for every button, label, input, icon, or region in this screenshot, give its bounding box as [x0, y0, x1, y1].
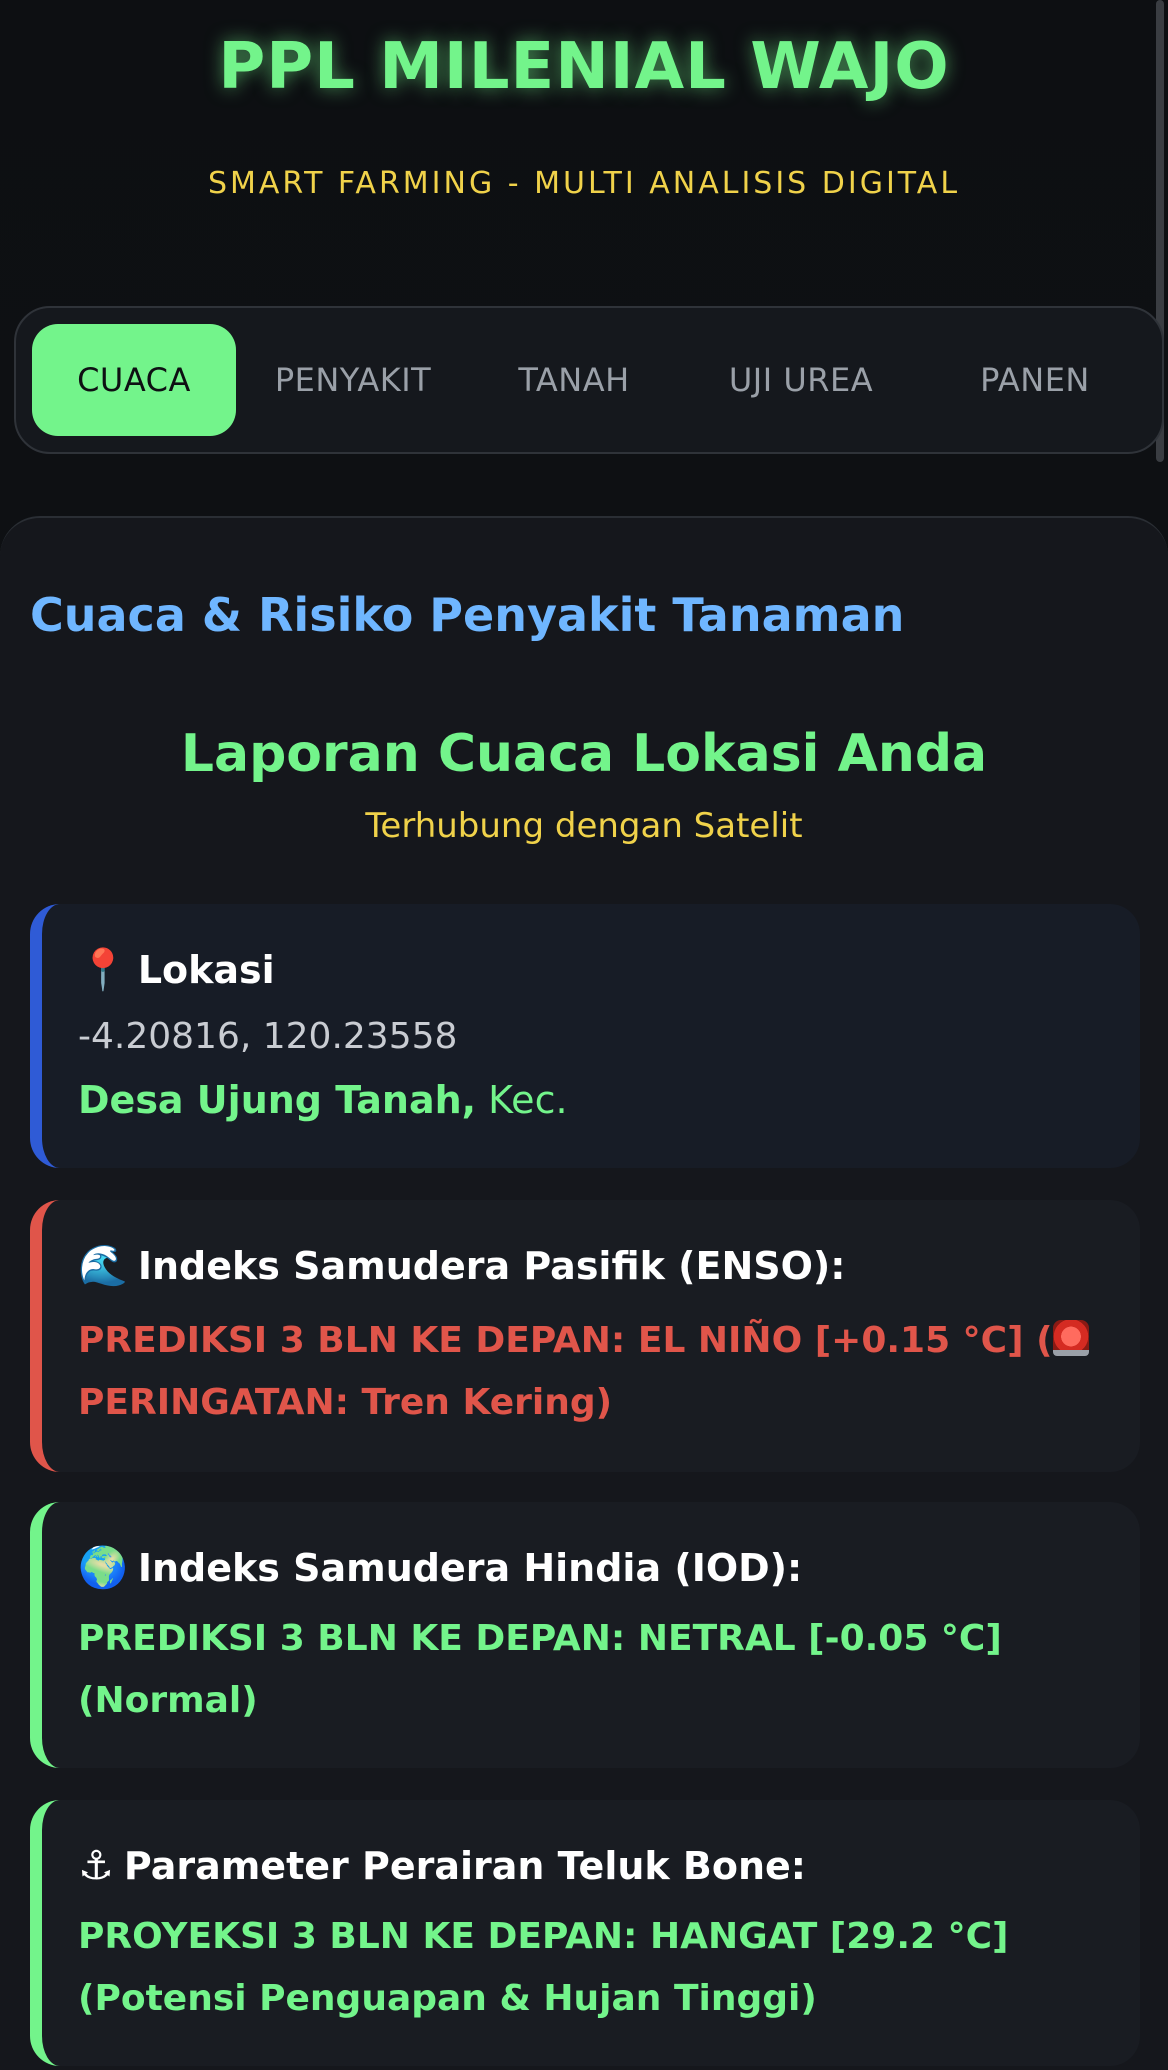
app-title: PPL MILENIAL WAJO: [218, 30, 950, 104]
anchor-icon: ⚓: [78, 1843, 114, 1889]
iod-heading: 🌍 Indeks Samudera Hindia (IOD):: [78, 1546, 802, 1590]
tab-bar: CUACA PENYAKIT TANAH UJI UREA PANEN: [14, 306, 1164, 454]
enso-heading-label: Indeks Samudera Pasifik (ENSO):: [137, 1244, 846, 1288]
iod-heading-label: Indeks Samudera Hindia (IOD):: [137, 1546, 803, 1590]
wave-icon: 🌊: [78, 1243, 128, 1289]
enso-card: 🌊 Indeks Samudera Pasifik (ENSO): PREDIK…: [30, 1200, 1140, 1472]
bone-projection: PROYEKSI 3 BLN KE DEPAN: HANGAT [29.2 °C…: [78, 1916, 1009, 2019]
iod-card: 🌍 Indeks Samudera Hindia (IOD): PREDIKSI…: [30, 1502, 1140, 1768]
report-subtitle: Terhubung dengan Satelit: [365, 806, 803, 846]
enso-prediction: PREDIKSI 3 BLN KE DEPAN: EL NIÑO [+0.15 …: [78, 1310, 1118, 1434]
location-card: 📍 Lokasi -4.20816, 120.23558 Desa Ujung …: [30, 904, 1140, 1168]
district-label: Kec.: [476, 1078, 568, 1122]
section-title: Cuaca & Risiko Penyakit Tanaman: [30, 588, 905, 642]
bone-heading: ⚓ Parameter Perairan Teluk Bone:: [78, 1844, 806, 1888]
enso-warning-text: PERINGATAN: Tren Kering): [78, 1382, 613, 1423]
iod-prediction: PREDIKSI 3 BLN KE DEPAN: NETRAL [-0.05 °…: [78, 1618, 1002, 1721]
bone-heading-label: Parameter Perairan Teluk Bone:: [123, 1844, 807, 1888]
tab-cuaca[interactable]: CUACA: [32, 324, 236, 436]
tab-uji-urea[interactable]: UJI UREA: [688, 324, 914, 436]
enso-prediction-text: PREDIKSI 3 BLN KE DEPAN: EL NIÑO [+0.15 …: [78, 1320, 1053, 1361]
location-heading-label: Lokasi: [137, 948, 275, 992]
app-subtitle: SMART FARMING - MULTI ANALISIS DIGITAL: [207, 166, 961, 201]
tab-tanah[interactable]: TANAH: [474, 324, 674, 436]
pin-icon: 📍: [78, 947, 128, 993]
location-heading: 📍 Lokasi: [78, 948, 275, 992]
tab-penyakit[interactable]: PENYAKIT: [248, 324, 458, 436]
enso-heading: 🌊 Indeks Samudera Pasifik (ENSO):: [78, 1244, 846, 1288]
bone-card: ⚓ Parameter Perairan Teluk Bone: PROYEKS…: [30, 1800, 1140, 2066]
report-title: Laporan Cuaca Lokasi Anda: [180, 724, 988, 784]
village-text: Desa Ujung Tanah, Kec.: [78, 1078, 568, 1122]
globe-icon: 🌍: [78, 1545, 128, 1591]
tab-panen[interactable]: PANEN: [924, 324, 1146, 436]
coordinates-text: -4.20816, 120.23558: [78, 1016, 458, 1057]
app-page: PPL MILENIAL WAJO SMART FARMING - MULTI …: [0, 0, 1168, 2070]
siren-icon: [1052, 1320, 1089, 1356]
village-name: Desa Ujung Tanah,: [78, 1078, 477, 1122]
